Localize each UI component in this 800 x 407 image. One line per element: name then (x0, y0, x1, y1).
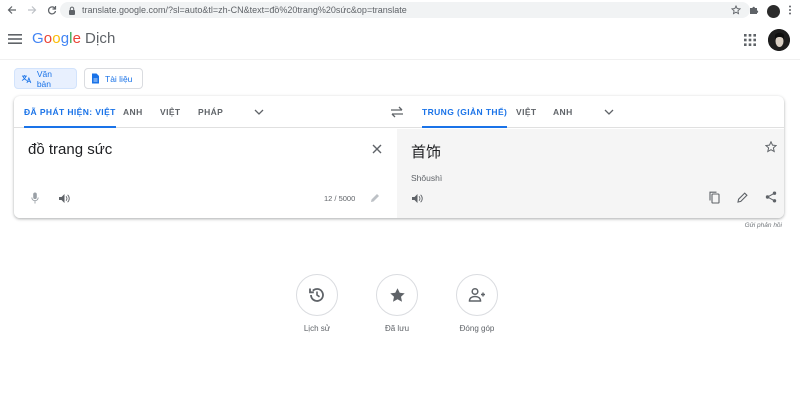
logo-letter: e (72, 30, 82, 47)
logo-letter: o (43, 30, 53, 47)
microphone-icon[interactable] (31, 192, 39, 204)
saved-label: Đã lưu (384, 324, 410, 333)
history-button[interactable]: Lịch sử (287, 274, 347, 333)
close-icon[interactable] (372, 144, 382, 154)
profile-avatar-small[interactable] (767, 4, 780, 18)
tab-source-french[interactable]: PHÁP (198, 96, 223, 128)
url-text: translate.google.com/?sl=auto&tl=zh-CN&t… (82, 5, 407, 15)
contribute-button[interactable]: Đóng góp (447, 274, 507, 333)
history-label: Lịch sử (303, 324, 331, 333)
translate-card: ĐÃ PHÁT HIỆN: VIỆT ANH VIỆT PHÁP TRUNG (… (14, 96, 784, 218)
tab-target-english[interactable]: ANH (553, 96, 573, 128)
contribute-label: Đóng góp (459, 324, 495, 333)
language-bar: ĐÃ PHÁT HIỆN: VIỆT ANH VIỆT PHÁP TRUNG (… (14, 96, 784, 128)
account-avatar[interactable] (768, 29, 790, 51)
character-counter: 12 / 5000 (324, 194, 356, 203)
text-mode-button[interactable]: Văn bản (14, 68, 77, 89)
document-mode-label: Tài liệu (105, 73, 133, 84)
tab-target-chinese-simplified[interactable]: TRUNG (GIẢN THỂ) (422, 96, 508, 128)
star-filled-icon (389, 287, 405, 302)
bookmark-star-icon[interactable] (730, 2, 742, 20)
extensions-puzzle-icon[interactable] (749, 2, 759, 20)
send-feedback-link[interactable]: Gửi phản hồi (745, 222, 782, 229)
product-name: Dịch (85, 30, 116, 47)
share-icon[interactable] (765, 191, 777, 203)
contribute-circle[interactable] (456, 274, 498, 316)
target-pane: 首饰 Shǒushì (397, 129, 784, 218)
saved-circle[interactable] (376, 274, 418, 316)
tab-detected-language[interactable]: ĐÃ PHÁT HIỆN: VIỆT (24, 96, 116, 128)
swap-languages-icon[interactable] (390, 106, 404, 118)
more-vert-icon[interactable] (788, 2, 792, 20)
pencil-icon[interactable] (370, 193, 380, 203)
history-icon (309, 288, 324, 302)
hamburger-menu-icon[interactable] (8, 33, 22, 45)
star-outline-icon[interactable] (765, 141, 777, 153)
chevron-down-icon[interactable] (254, 108, 264, 116)
tab-target-vietnamese[interactable]: VIỆT (516, 96, 537, 128)
tab-source-english[interactable]: ANH (123, 96, 143, 128)
pencil-icon[interactable] (737, 192, 748, 203)
document-icon (92, 73, 99, 84)
forward-arrow-icon[interactable] (24, 2, 40, 18)
address-bar[interactable]: translate.google.com/?sl=auto&tl=zh-CN&t… (60, 2, 750, 18)
people-icon (468, 287, 485, 302)
reload-icon[interactable] (44, 2, 60, 18)
source-text-input[interactable]: đồ trang sức (28, 141, 112, 158)
copy-icon[interactable] (709, 191, 720, 204)
app-header: Google Dịch (0, 20, 800, 60)
google-translate-logo[interactable]: Google Dịch (32, 30, 115, 47)
google-apps-grid-icon[interactable] (744, 34, 756, 46)
browser-toolbar: translate.google.com/?sl=auto&tl=zh-CN&t… (0, 0, 800, 20)
logo-letter: g (60, 30, 70, 47)
speaker-icon[interactable] (58, 193, 70, 204)
tab-source-vietnamese[interactable]: VIỆT (160, 96, 181, 128)
chevron-down-icon[interactable] (604, 108, 614, 116)
logo-letter: o (52, 30, 61, 47)
saved-button[interactable]: Đã lưu (367, 274, 427, 333)
speaker-icon[interactable] (411, 193, 423, 204)
romanization-text: Shǒushì (411, 173, 443, 183)
text-mode-label: Văn bản (36, 68, 52, 89)
lock-icon (69, 6, 75, 15)
translated-text: 首饰 (411, 143, 442, 161)
logo-letter: G (32, 30, 44, 47)
translate-icon (21, 74, 32, 83)
source-pane[interactable]: đồ trang sức 12 / 5000 (14, 129, 397, 218)
back-arrow-icon[interactable] (4, 2, 20, 18)
history-circle[interactable] (296, 274, 338, 316)
document-mode-button[interactable]: Tài liệu (84, 68, 143, 89)
